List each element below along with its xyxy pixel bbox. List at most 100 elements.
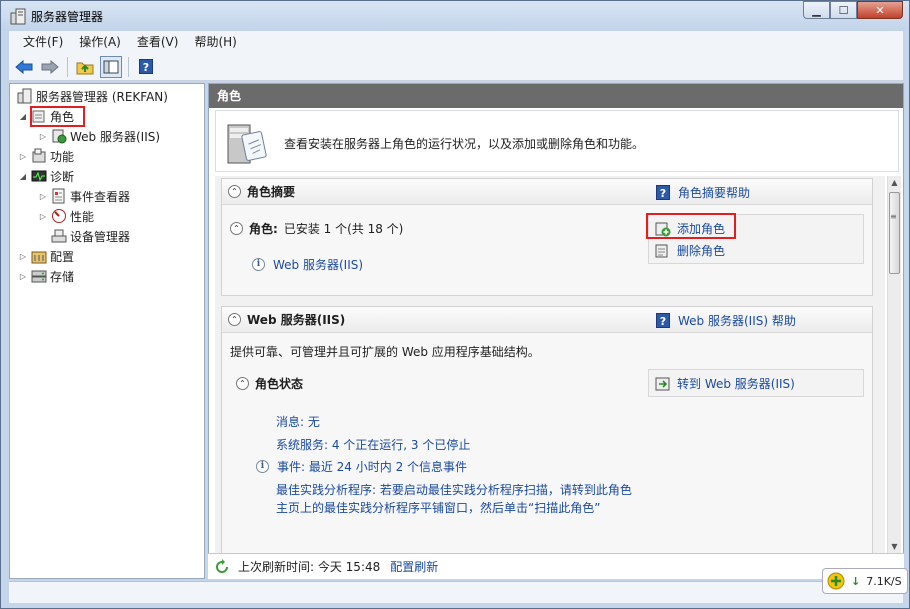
roles-large-icon bbox=[227, 124, 267, 164]
goto-icon bbox=[655, 377, 670, 390]
tree-item-device-manager[interactable]: 设备管理器 bbox=[48, 226, 130, 246]
tree-label-storage: 存储 bbox=[50, 269, 75, 284]
role-status-title: 角色状态 bbox=[255, 377, 304, 391]
collapsed-arrow-icon[interactable]: ▷ bbox=[38, 212, 48, 221]
menu-file[interactable]: 文件(F) bbox=[15, 31, 71, 53]
tree-item-features[interactable]: ▷ 功能 bbox=[18, 146, 74, 166]
expanded-arrow-icon[interactable]: ◢ bbox=[18, 172, 28, 181]
network-monitor-icon bbox=[827, 572, 845, 590]
content-pane: 角色 查看安装在服务器上角色的运行状况，以及添加或删除角色和功能。 ⌃ 角色摘要… bbox=[208, 83, 904, 579]
web-server-header[interactable]: ⌃ Web 服务器(IIS) ? Web 服务器(IIS) 帮助 bbox=[222, 307, 872, 333]
scroll-down-icon[interactable]: ▼ bbox=[888, 540, 901, 554]
web-server-description: 提供可靠、可管理并且可扩展的 Web 应用程序基础结构。 bbox=[230, 345, 540, 359]
roles-count-box: ⌃ 角色: 已安装 1 个(共 18 个) i Web 服务器(IIS) bbox=[230, 214, 650, 272]
tree-item-performance[interactable]: ▷ 性能 bbox=[38, 206, 94, 226]
status-messages[interactable]: 消息: 无 bbox=[276, 413, 320, 430]
info-icon: i bbox=[256, 460, 269, 473]
tree-item-root[interactable]: 服务器管理器 (REKFAN) bbox=[14, 86, 168, 106]
help-icon: ? bbox=[656, 185, 670, 200]
tree-item-diagnostics[interactable]: ◢ 诊断 bbox=[18, 166, 74, 186]
close-icon: ✕ bbox=[875, 3, 885, 17]
collapse-icon[interactable]: ⌃ bbox=[228, 185, 241, 198]
scroll-thumb[interactable] bbox=[889, 192, 900, 274]
navigation-tree: 服务器管理器 (REKFAN) ◢ 角色 ▷ Web 服务器(IIS) ▷ 功能… bbox=[9, 83, 205, 579]
scroll-up-icon[interactable]: ▲ bbox=[888, 176, 901, 190]
collapsed-arrow-icon[interactable]: ▷ bbox=[38, 132, 48, 141]
configure-refresh-link[interactable]: 配置刷新 bbox=[390, 558, 438, 575]
roles-count-label: 角色: bbox=[249, 222, 278, 236]
collapse-icon[interactable]: ⌃ bbox=[228, 313, 241, 326]
show-hide-console-button[interactable] bbox=[100, 55, 122, 78]
tree-label-features: 功能 bbox=[50, 149, 75, 164]
collapsed-arrow-icon[interactable]: ▷ bbox=[18, 152, 28, 161]
role-summary-section: ⌃ 角色摘要 ? 角色摘要帮助 ⌃ 角色: 已安装 1 个(共 18 个) i bbox=[221, 178, 873, 296]
web-server-help-link[interactable]: ? Web 服务器(IIS) 帮助 bbox=[656, 312, 796, 329]
performance-icon bbox=[52, 209, 66, 223]
installed-role-link[interactable]: Web 服务器(IIS) bbox=[273, 256, 363, 273]
title-bar[interactable]: 服务器管理器 ▁ ☐ ✕ bbox=[1, 1, 909, 31]
download-arrow-icon: ↓ bbox=[851, 574, 861, 588]
role-summary-header[interactable]: ⌃ 角色摘要 ? 角色摘要帮助 bbox=[222, 179, 872, 205]
menu-help[interactable]: 帮助(H) bbox=[186, 31, 244, 53]
configuration-icon bbox=[31, 251, 47, 264]
features-icon bbox=[32, 148, 46, 163]
collapse-icon[interactable]: ⌃ bbox=[236, 377, 249, 390]
maximize-button[interactable]: ☐ bbox=[830, 1, 857, 19]
menu-action[interactable]: 操作(A) bbox=[71, 31, 129, 53]
back-icon bbox=[15, 59, 33, 74]
storage-icon bbox=[31, 270, 47, 283]
roles-count-value: 已安装 1 个(共 18 个) bbox=[283, 222, 404, 236]
help-icon: ? bbox=[139, 59, 153, 74]
up-folder-button[interactable] bbox=[74, 56, 96, 78]
toolbar-separator bbox=[67, 56, 68, 77]
collapsed-arrow-icon[interactable]: ▷ bbox=[18, 252, 28, 261]
tree-label-event-viewer: 事件查看器 bbox=[70, 189, 131, 204]
tree-item-event-viewer[interactable]: ▷ 事件查看器 bbox=[38, 186, 130, 206]
collapsed-arrow-icon[interactable]: ▷ bbox=[18, 272, 28, 281]
maximize-icon: ☐ bbox=[838, 3, 849, 17]
toolbar: ? bbox=[9, 53, 903, 81]
tree-item-configuration[interactable]: ▷ 配置 bbox=[18, 246, 74, 266]
intro-panel: 查看安装在服务器上角色的运行状况，以及添加或删除角色和功能。 bbox=[215, 110, 899, 172]
window-controls: ▁ ☐ ✕ bbox=[803, 1, 903, 21]
menu-bar: 文件(F) 操作(A) 查看(V) 帮助(H) bbox=[9, 31, 903, 53]
tree-label-root: 服务器管理器 (REKFAN) bbox=[36, 89, 168, 104]
bpa-line-1[interactable]: 最佳实践分析程序: 若要启动最佳实践分析程序扫描，请转到此角色 bbox=[276, 481, 632, 498]
window-title: 服务器管理器 bbox=[31, 10, 104, 24]
remove-role-icon bbox=[655, 244, 668, 257]
status-services[interactable]: 系统服务: 4 个正在运行, 3 个已停止 bbox=[276, 436, 470, 453]
status-events-row: i 事件: 最近 24 小时内 2 个信息事件 bbox=[256, 458, 467, 475]
collapse-icon[interactable]: ⌃ bbox=[230, 222, 243, 235]
tree-item-web-iis[interactable]: ▷ Web 服务器(IIS) bbox=[38, 126, 160, 146]
web-server-title: Web 服务器(IIS) bbox=[247, 313, 346, 327]
tree-label-web-iis: Web 服务器(IIS) bbox=[70, 129, 161, 144]
minimize-icon: ▁ bbox=[812, 3, 821, 17]
remove-roles-button[interactable]: 删除角色 bbox=[655, 242, 725, 259]
role-summary-help-link[interactable]: ? 角色摘要帮助 bbox=[656, 184, 750, 201]
forward-button[interactable] bbox=[39, 56, 61, 78]
help-button[interactable]: ? bbox=[135, 56, 157, 78]
tree-item-storage[interactable]: ▷ 存储 bbox=[18, 266, 74, 286]
minimize-button[interactable]: ▁ bbox=[803, 1, 830, 19]
back-button[interactable] bbox=[13, 56, 35, 78]
status-events[interactable]: 事件: 最近 24 小时内 2 个信息事件 bbox=[277, 458, 467, 475]
collapsed-arrow-icon[interactable]: ▷ bbox=[38, 192, 48, 201]
vertical-scrollbar[interactable]: ▲ ≡ ▼ bbox=[887, 176, 901, 554]
bpa-line-2[interactable]: 主页上的最佳实践分析程序平铺窗口，然后单击“扫描此角色” bbox=[276, 499, 600, 516]
show-hide-console-icon bbox=[103, 60, 119, 73]
help-icon: ? bbox=[656, 313, 670, 328]
installed-role-row: i Web 服务器(IIS) bbox=[252, 256, 363, 273]
menu-view[interactable]: 查看(V) bbox=[129, 31, 187, 53]
status-bar: 上次刷新时间: 今天 15:48 配置刷新 bbox=[208, 553, 904, 579]
web-server-help-label: Web 服务器(IIS) 帮助 bbox=[678, 314, 796, 328]
expanded-arrow-icon[interactable]: ◢ bbox=[18, 112, 28, 121]
intro-text: 查看安装在服务器上角色的运行状况，以及添加或删除角色和功能。 bbox=[284, 137, 645, 151]
goto-web-server-link[interactable]: 转到 Web 服务器(IIS) bbox=[655, 375, 795, 392]
goto-web-server-label: 转到 Web 服务器(IIS) bbox=[677, 377, 795, 391]
close-button[interactable]: ✕ bbox=[857, 1, 903, 19]
scroll-area[interactable]: ⌃ 角色摘要 ? 角色摘要帮助 ⌃ 角色: 已安装 1 个(共 18 个) i bbox=[215, 176, 885, 554]
network-speed-widget[interactable]: ↓ 7.1K/S bbox=[822, 568, 908, 594]
web-server-section: ⌃ Web 服务器(IIS) ? Web 服务器(IIS) 帮助 提供可靠、可管… bbox=[221, 306, 873, 554]
role-status-header[interactable]: ⌃ 角色状态 bbox=[236, 375, 303, 392]
bottom-status-bar bbox=[9, 581, 903, 603]
